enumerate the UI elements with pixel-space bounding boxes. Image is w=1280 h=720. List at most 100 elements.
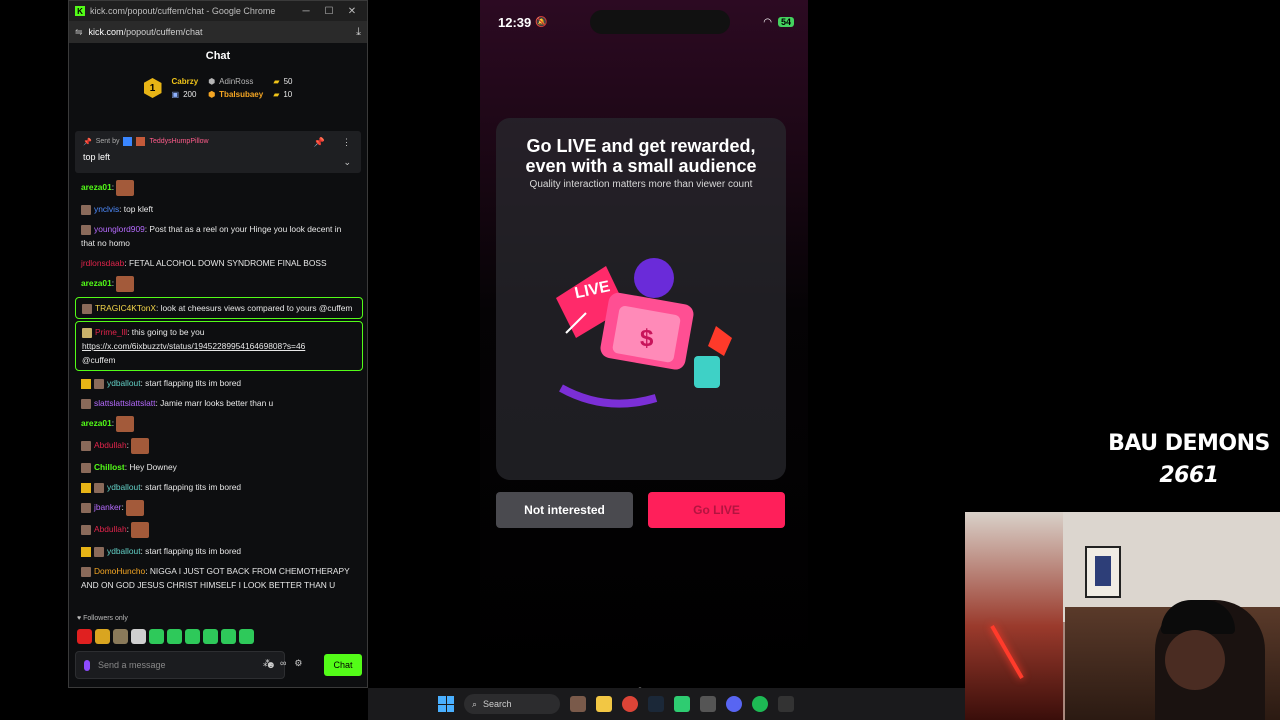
clock: 12:39	[498, 14, 532, 30]
close-icon[interactable]: ✕	[343, 6, 361, 17]
url-text[interactable]: kick.com/popout/cuffem/chat	[89, 27, 351, 37]
emote-icon[interactable]	[239, 629, 254, 644]
avatar	[81, 566, 91, 577]
windows-taskbar: ⌕ Search	[368, 688, 965, 720]
message-placeholder: Send a message	[98, 660, 166, 670]
chat-link[interactable]: https://x.com/6ixbuzztv/status/194522899…	[82, 341, 305, 351]
infinity-icon[interactable]: ∞	[280, 658, 286, 669]
download-icon[interactable]: ⤓	[356, 26, 361, 39]
maximize-icon[interactable]: ☐	[320, 6, 338, 17]
chat-username[interactable]: ydballout	[107, 482, 141, 492]
overlay-title: BAU DEMONS	[1108, 431, 1270, 456]
chat-username[interactable]: ydballout	[107, 546, 141, 556]
app-icon[interactable]	[674, 696, 690, 712]
chat-username[interactable]: TRAGIC4KTonX	[95, 303, 156, 313]
chat-username[interactable]: Abdullah	[94, 440, 127, 450]
emote-icon[interactable]	[221, 629, 236, 644]
emote-icon[interactable]	[77, 629, 92, 644]
live-reward-illustration: LIVE $	[556, 258, 732, 408]
chat-text: : this going to be you	[127, 327, 205, 337]
more-options-icon[interactable]: ⋮	[342, 137, 351, 148]
chat-username[interactable]: jbanker	[94, 502, 121, 512]
emote-icon[interactable]	[185, 629, 200, 644]
emote-icon[interactable]	[149, 629, 164, 644]
promo-headline: Go LIVE and get rewarded, even with a sma…	[525, 136, 757, 176]
pinned-sender[interactable]: TeddysHumpPillow	[149, 138, 208, 145]
chat-message-list: areza01: ynclvis: top kleft younglord909…	[75, 177, 363, 595]
chat-username[interactable]: areza01	[81, 278, 112, 288]
chat-message: areza01:	[75, 177, 363, 199]
emote-icon[interactable]	[95, 629, 110, 644]
windows-start-icon[interactable]	[438, 696, 454, 712]
chevron-down-icon[interactable]: ⌄	[343, 157, 351, 168]
emote-icon	[131, 522, 150, 538]
crown-badge-icon	[81, 546, 91, 557]
chat-username[interactable]: Prime_lll	[95, 327, 127, 337]
leader-others: ⬢ AdinRoss ▰ 50 ⬢ Tbalsubaey ▰ 10	[208, 77, 292, 99]
gem-shape	[708, 326, 732, 356]
minimize-icon[interactable]: ─	[297, 6, 315, 17]
rank-badge: 1	[143, 78, 162, 98]
emote-icon[interactable]	[131, 629, 146, 644]
go-live-button[interactable]: Go LIVE	[648, 492, 785, 528]
url-host: kick.com	[88, 27, 124, 37]
terminal-icon[interactable]	[778, 696, 794, 712]
pin-icon[interactable]: 📌	[314, 137, 325, 148]
spotify-icon[interactable]	[752, 696, 768, 712]
badge-icon: ⬢	[208, 77, 216, 86]
chat-username[interactable]: jrdlonsdaab	[81, 258, 124, 268]
chat-username[interactable]: Chillost	[94, 462, 125, 472]
chat-message: slattslattslattslatt: Jamie marr looks b…	[75, 393, 363, 413]
coin-icon: ▰	[273, 90, 280, 99]
steam-icon[interactable]	[648, 696, 664, 712]
app-icon[interactable]	[700, 696, 716, 712]
chat-username[interactable]: areza01	[81, 418, 112, 428]
gear-icon[interactable]: ⚙	[294, 658, 302, 669]
badge-icon	[123, 137, 133, 146]
dollar-icon: $	[640, 325, 654, 352]
chat-message: areza01:	[75, 273, 363, 295]
chat-username[interactable]: ynclvis	[94, 204, 119, 214]
emote-icon[interactable]	[167, 629, 182, 644]
site-settings-icon[interactable]: ⇋	[75, 27, 83, 38]
chat-username[interactable]: Abdullah	[94, 524, 127, 534]
widget-icon[interactable]	[570, 696, 586, 712]
chat-username[interactable]: areza01	[81, 182, 112, 192]
window-title: kick.com/popout/cuffem/chat - Google Chr…	[90, 6, 276, 16]
overlay-number: 2661	[1159, 463, 1219, 488]
chat-message: ynclvis: top kleft	[75, 199, 363, 219]
avatar	[82, 303, 92, 314]
address-bar[interactable]: ⇋ kick.com/popout/cuffem/chat ⤓	[69, 21, 367, 43]
purple-swoosh-shape	[559, 384, 658, 408]
chrome-icon[interactable]	[622, 696, 638, 712]
mic-icon[interactable]	[84, 659, 90, 671]
users-icon[interactable]: ⁂	[263, 658, 272, 669]
url-path: /popout/cuffem/chat	[123, 27, 203, 37]
chat-text: : Hey Downey	[124, 462, 177, 472]
gift-leaderboard: 1 Cabrzy ▣ 200 ⬢ AdinRoss ▰ 50 ⬢ Tbalsubaey ▰ 1…	[69, 69, 367, 107]
coin-icon: ▰	[273, 77, 280, 86]
chat-message: Abdullah:	[75, 435, 363, 457]
file-explorer-icon[interactable]	[596, 696, 612, 712]
search-icon: ⌕	[472, 698, 478, 709]
leader-second-name[interactable]: AdinRoss	[219, 77, 253, 86]
taskbar-search[interactable]: ⌕ Search	[464, 694, 560, 714]
leader-third-name[interactable]: Tbalsubaey	[219, 90, 263, 99]
pinned-sender-row: 📌 Sent by TeddysHumpPillow	[83, 137, 353, 146]
chat-username[interactable]: younglord909	[94, 224, 145, 234]
chat-username[interactable]: slattslattslattslatt	[94, 398, 155, 408]
highlighted-chat-message: TRAGIC4KTonX: look at cheesurs views com…	[75, 297, 363, 319]
go-live-promo-card: Go LIVE and get rewarded, even with a sma…	[496, 118, 786, 480]
emote-icon[interactable]	[113, 629, 128, 644]
emote-icon[interactable]	[203, 629, 218, 644]
pinned-message[interactable]: 📌 Sent by TeddysHumpPillow top left 📌 ⋮ …	[75, 131, 361, 173]
chat-username[interactable]: ydballout	[107, 378, 141, 388]
not-interested-button[interactable]: Not interested	[496, 492, 633, 528]
leader-first-name[interactable]: Cabrzy	[172, 77, 199, 86]
message-input[interactable]: Send a message ☻	[75, 651, 285, 679]
send-chat-button[interactable]: Chat	[324, 654, 362, 676]
chat-message: ydballout: start flapping tits im bored	[75, 477, 363, 497]
webcam-door	[965, 512, 1063, 720]
chat-username[interactable]: DomoHuncho	[94, 566, 145, 576]
discord-icon[interactable]	[726, 696, 742, 712]
